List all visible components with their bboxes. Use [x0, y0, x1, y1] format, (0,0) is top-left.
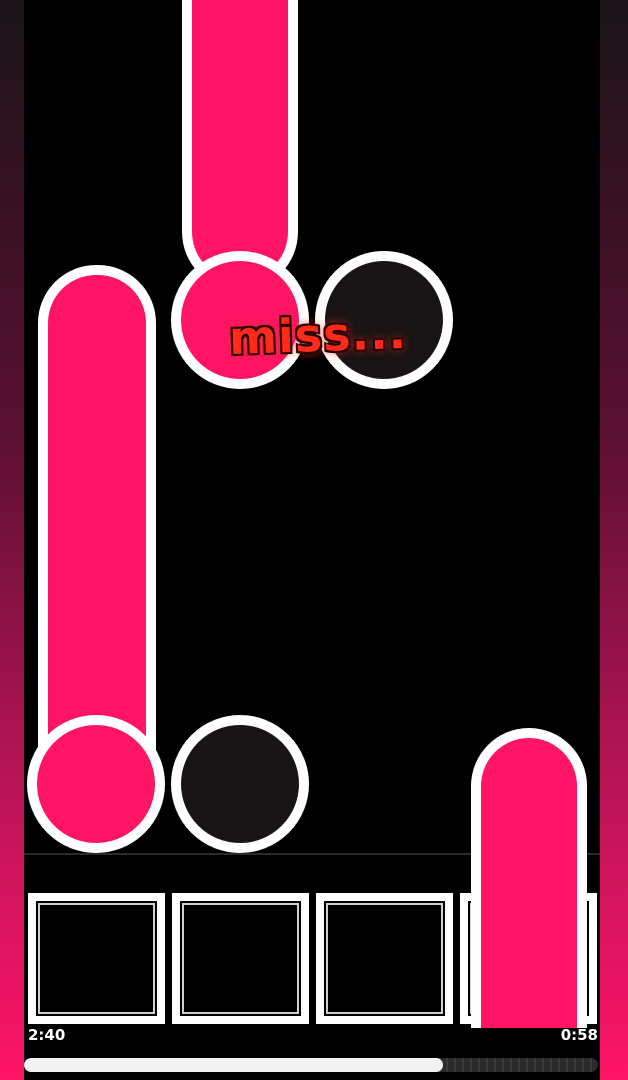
- remaining-time: 0:58: [560, 1026, 598, 1044]
- hold-note-lane-1-head: [27, 715, 165, 853]
- receptor-inner: [38, 903, 155, 1014]
- left-border-gradient: [0, 0, 24, 1080]
- receptor-inner: [326, 903, 443, 1014]
- hold-note-lane-4: [471, 728, 587, 1028]
- song-progress-bar: [24, 1058, 598, 1072]
- playfield: miss...: [24, 0, 600, 1080]
- elapsed-time: 2:40: [28, 1026, 66, 1044]
- tap-note-lane-2: [171, 715, 309, 853]
- hold-note-lane-2-tail: [182, 0, 298, 290]
- right-border-gradient: [600, 0, 628, 1080]
- judgement-text: miss...: [228, 304, 408, 366]
- receptor-lane-2[interactable]: [172, 893, 309, 1024]
- receptor-inner: [182, 903, 299, 1014]
- receptor-lane-1[interactable]: [28, 893, 165, 1024]
- receptor-lane-3[interactable]: [316, 893, 453, 1024]
- song-progress-fill: [24, 1058, 444, 1072]
